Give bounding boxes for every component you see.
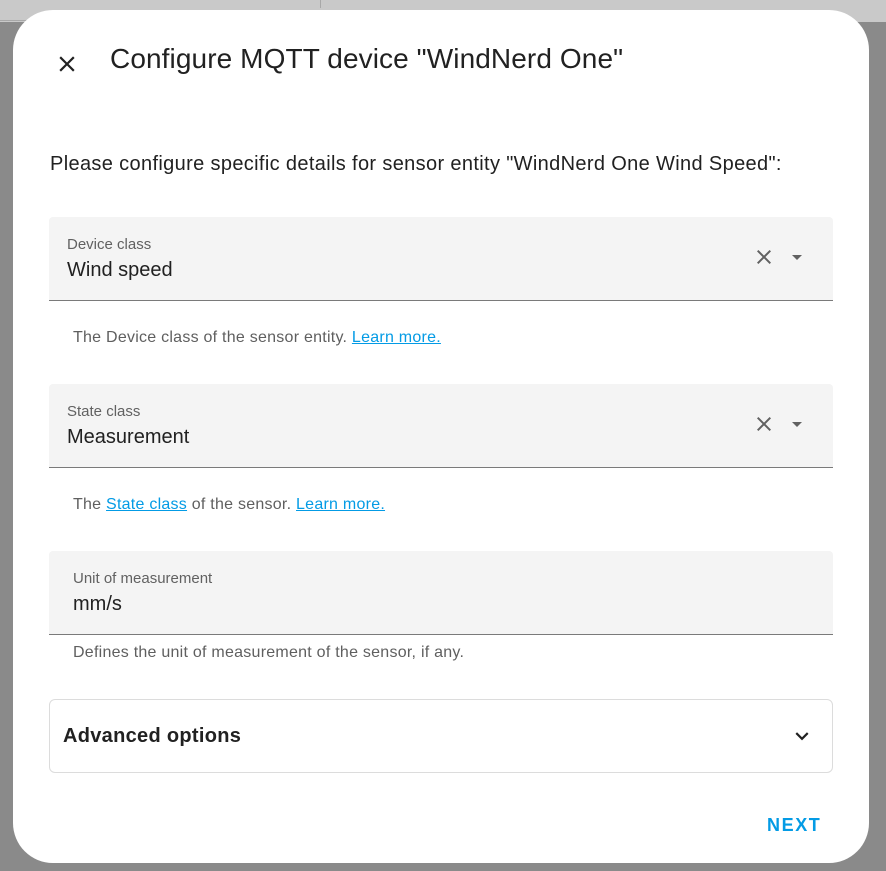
device-class-clear-button[interactable] bbox=[751, 246, 777, 272]
clear-icon bbox=[752, 412, 776, 441]
next-button[interactable]: NEXT bbox=[759, 810, 829, 840]
configure-dialog: Configure MQTT device "WindNerd One" Ple… bbox=[13, 10, 869, 863]
state-class-helper-prefix: The bbox=[73, 496, 102, 513]
state-class-helper-middle: of the sensor. bbox=[191, 496, 292, 513]
device-class-select[interactable]: Device class Wind speed bbox=[49, 217, 833, 301]
device-class-value: Wind speed bbox=[67, 259, 173, 281]
device-class-label: Device class bbox=[67, 236, 152, 253]
state-class-learn-more-link[interactable]: Learn more. bbox=[296, 496, 385, 513]
unit-label: Unit of measurement bbox=[73, 570, 213, 587]
dropdown-arrow-icon bbox=[785, 412, 809, 441]
unit-helper: Defines the unit of measurement of the s… bbox=[73, 644, 465, 661]
dialog-title: Configure MQTT device "WindNerd One" bbox=[110, 43, 624, 74]
device-class-helper: The Device class of the sensor entity. L… bbox=[73, 329, 441, 347]
device-class-learn-more-link[interactable]: Learn more. bbox=[352, 329, 441, 346]
close-icon bbox=[54, 51, 80, 82]
chevron-down-icon bbox=[788, 722, 816, 750]
state-class-clear-button[interactable] bbox=[751, 413, 777, 439]
close-button[interactable] bbox=[49, 48, 85, 84]
advanced-options-label: Advanced options bbox=[63, 725, 242, 747]
device-class-dropdown-button[interactable] bbox=[784, 246, 810, 272]
advanced-options-expander[interactable]: Advanced options bbox=[49, 699, 833, 773]
backdrop-divider bbox=[320, 0, 321, 8]
clear-icon bbox=[752, 245, 776, 274]
state-class-label: State class bbox=[67, 403, 141, 420]
state-class-dropdown-button[interactable] bbox=[784, 413, 810, 439]
unit-of-measurement-field[interactable]: Unit of measurement mm/s bbox=[49, 551, 833, 635]
state-class-value: Measurement bbox=[67, 426, 190, 448]
unit-value[interactable]: mm/s bbox=[73, 593, 122, 616]
state-class-helper: The State class of the sensor. Learn mor… bbox=[73, 496, 385, 514]
dropdown-arrow-icon bbox=[785, 245, 809, 274]
device-class-helper-text: The Device class of the sensor entity. bbox=[73, 329, 348, 346]
state-class-select[interactable]: State class Measurement bbox=[49, 384, 833, 468]
dialog-intro: Please configure specific details for se… bbox=[50, 153, 782, 175]
state-class-link[interactable]: State class bbox=[106, 496, 187, 513]
